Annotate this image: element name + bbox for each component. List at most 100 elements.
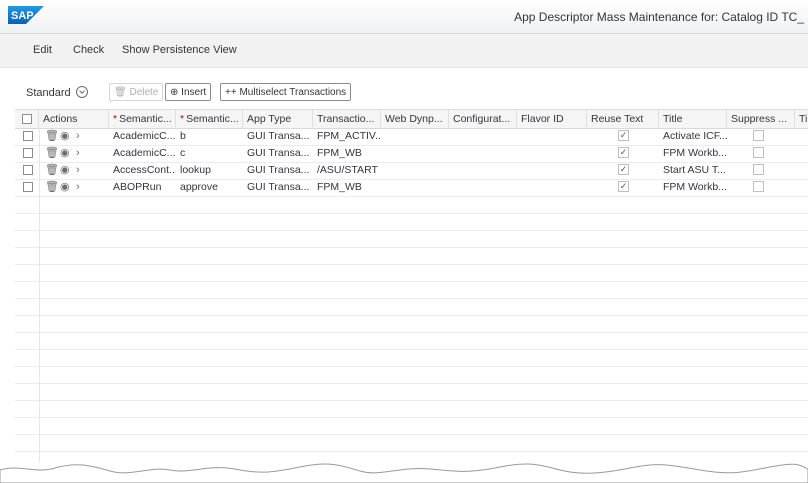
eye-icon[interactable]: ◉ bbox=[60, 162, 70, 179]
trash-icon[interactable]: 🗑 bbox=[45, 128, 59, 145]
col-suppress[interactable]: Suppress ... bbox=[727, 110, 795, 128]
suppress-checkbox[interactable] bbox=[753, 181, 764, 192]
cell-title: Activate ICF... bbox=[663, 130, 727, 142]
cell-app-type: GUI Transa... bbox=[247, 147, 310, 159]
select-all-checkbox[interactable] bbox=[22, 114, 32, 124]
table-row: 🗑 ◉ › AcademicC... b GUI Transa... FPM_ACTIV..… bbox=[15, 128, 808, 146]
trash-icon: 🗑 bbox=[114, 87, 127, 98]
col-actions[interactable]: Actions bbox=[39, 110, 109, 128]
cell-semantic-object: AcademicC... bbox=[113, 147, 176, 159]
reuse-text-checkbox[interactable]: ✓ bbox=[618, 164, 629, 175]
cell-title: Start ASU T... bbox=[663, 164, 726, 176]
suppress-checkbox[interactable] bbox=[753, 164, 764, 175]
menu-bar: Edit Check Show Persistence View bbox=[0, 34, 808, 68]
table-row bbox=[15, 332, 808, 350]
table-row bbox=[15, 383, 808, 401]
cell-transaction: FPM_ACTIV.. bbox=[317, 130, 381, 142]
table-row bbox=[15, 281, 808, 299]
chevron-right-icon[interactable]: › bbox=[76, 128, 80, 145]
cell-app-type: GUI Transa... bbox=[247, 130, 310, 142]
cell-transaction: /ASU/START bbox=[317, 164, 378, 176]
table-row bbox=[15, 196, 808, 214]
variant-label: Standard bbox=[26, 87, 71, 99]
row-select-checkbox[interactable] bbox=[23, 148, 33, 158]
chevron-right-icon[interactable]: › bbox=[76, 145, 80, 162]
col-configuration[interactable]: Configurat... bbox=[449, 110, 517, 128]
cell-transaction: FPM_WB bbox=[317, 147, 362, 159]
trash-icon[interactable]: 🗑 bbox=[45, 162, 59, 179]
col-ti[interactable]: Ti bbox=[795, 110, 808, 128]
table-row: 🗑 ◉ › AcademicC... c GUI Transa... FPM_WB ✓ FPM … bbox=[15, 145, 808, 163]
chevron-right-icon[interactable]: › bbox=[76, 162, 80, 179]
reuse-text-checkbox[interactable]: ✓ bbox=[618, 130, 629, 141]
table-toolbar: Standard 🗑 Delete ⊕ Insert ++ Multiselec… bbox=[14, 82, 808, 104]
table-row bbox=[15, 434, 808, 452]
table-row: 🗑 ◉ › AccessCont... lookup GUI Transa... /ASU/… bbox=[15, 162, 808, 180]
suppress-checkbox[interactable] bbox=[753, 147, 764, 158]
table-row bbox=[15, 230, 808, 248]
eye-icon[interactable]: ◉ bbox=[60, 128, 70, 145]
menu-show-persistence-view[interactable]: Show Persistence View bbox=[122, 44, 237, 56]
chevron-right-icon[interactable]: › bbox=[76, 179, 80, 196]
multiselect-label: ++ Multiselect Transactions bbox=[225, 87, 347, 98]
select-column-divider bbox=[39, 128, 40, 462]
suppress-checkbox[interactable] bbox=[753, 130, 764, 141]
table-row bbox=[15, 298, 808, 316]
cell-app-type: GUI Transa... bbox=[247, 181, 310, 193]
cell-semantic-action: b bbox=[180, 130, 186, 142]
cell-app-type: GUI Transa... bbox=[247, 164, 310, 176]
insert-button[interactable]: ⊕ Insert bbox=[165, 83, 212, 101]
table-row bbox=[15, 315, 808, 333]
trash-icon[interactable]: 🗑 bbox=[45, 179, 59, 196]
table-header: Actions * Semantic... * Semantic... App Ty… bbox=[15, 110, 808, 129]
menu-edit[interactable]: Edit bbox=[33, 44, 52, 56]
table-row bbox=[15, 349, 808, 367]
shell-bar: SAP App Descriptor Mass Maintenance for:… bbox=[0, 0, 808, 34]
col-semantic-object[interactable]: * Semantic... bbox=[109, 110, 176, 128]
col-transaction[interactable]: Transactio... bbox=[313, 110, 381, 128]
delete-label: Delete bbox=[129, 87, 159, 98]
table-row bbox=[15, 417, 808, 435]
cell-semantic-action: lookup bbox=[180, 164, 211, 176]
row-select-checkbox[interactable] bbox=[23, 165, 33, 175]
add-circle-icon: ⊕ bbox=[170, 87, 179, 98]
cell-semantic-action: approve bbox=[180, 181, 218, 193]
app-title: App Descriptor Mass Maintenance for: Cat… bbox=[514, 10, 804, 24]
col-reuse-text[interactable]: Reuse Text bbox=[587, 110, 659, 128]
cell-semantic-action: c bbox=[180, 147, 186, 159]
cell-semantic-object: AccessCont... bbox=[113, 164, 176, 176]
col-app-type[interactable]: App Type bbox=[243, 110, 313, 128]
svg-text:SAP: SAP bbox=[11, 10, 34, 22]
cell-title: FPM Workb... bbox=[663, 181, 727, 193]
table-row bbox=[15, 247, 808, 265]
col-flavor-id[interactable]: Flavor ID bbox=[517, 110, 587, 128]
trash-icon[interactable]: 🗑 bbox=[45, 145, 59, 162]
eye-icon[interactable]: ◉ bbox=[60, 145, 70, 162]
col-semantic-action[interactable]: * Semantic... bbox=[176, 110, 243, 128]
row-select-checkbox[interactable] bbox=[23, 131, 33, 141]
menu-check[interactable]: Check bbox=[73, 44, 104, 56]
col-web-dynpro[interactable]: Web Dynp... bbox=[381, 110, 449, 128]
reuse-text-checkbox[interactable]: ✓ bbox=[618, 147, 629, 158]
variant-selector[interactable]: Standard bbox=[26, 86, 88, 99]
delete-button[interactable]: 🗑 Delete bbox=[109, 83, 164, 101]
table-row bbox=[15, 213, 808, 231]
cell-title: FPM Workb... bbox=[663, 147, 727, 159]
eye-icon[interactable]: ◉ bbox=[60, 179, 70, 196]
row-select-checkbox[interactable] bbox=[23, 182, 33, 192]
cell-semantic-object: AcademicC... bbox=[113, 130, 176, 142]
chevron-down-icon bbox=[75, 86, 88, 99]
table-row bbox=[15, 264, 808, 282]
select-all-cell bbox=[15, 110, 39, 128]
cell-transaction: FPM_WB bbox=[317, 181, 362, 193]
cell-semantic-object: ABOPRun bbox=[113, 181, 162, 193]
torn-edge bbox=[0, 463, 808, 483]
table-row bbox=[15, 366, 808, 384]
multiselect-transactions-button[interactable]: ++ Multiselect Transactions bbox=[220, 83, 352, 101]
table-row: 🗑 ◉ › ABOPRun approve GUI Transa... FPM_WB ✓ FPM… bbox=[15, 179, 808, 197]
insert-label: Insert bbox=[181, 87, 207, 98]
sap-logo: SAP bbox=[8, 6, 44, 24]
table-row bbox=[15, 400, 808, 418]
reuse-text-checkbox[interactable]: ✓ bbox=[618, 181, 629, 192]
col-title[interactable]: Title bbox=[659, 110, 727, 128]
